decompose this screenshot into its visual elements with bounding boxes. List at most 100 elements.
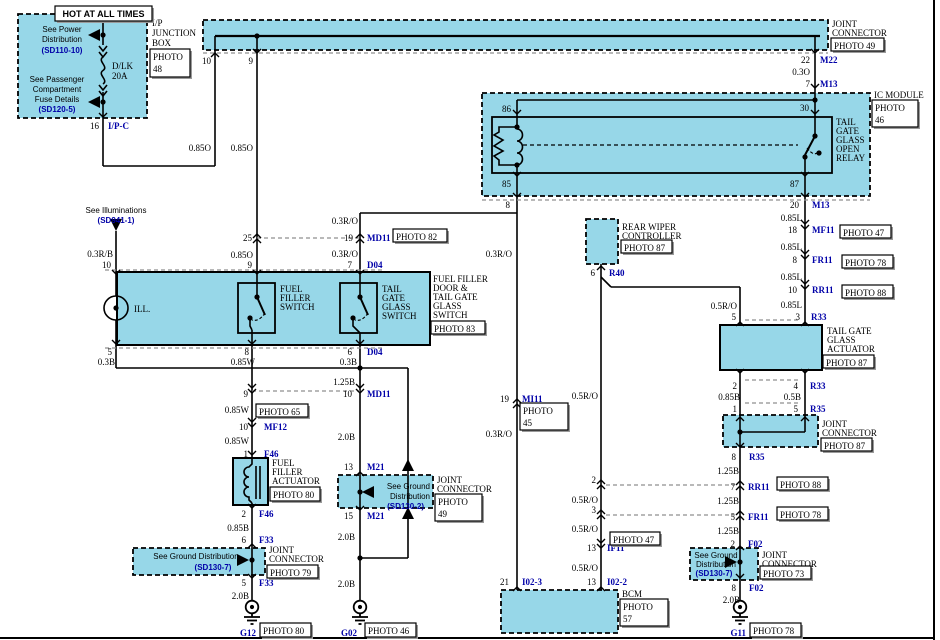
junction-dot xyxy=(737,559,742,564)
diagram-label: 8 xyxy=(506,200,511,210)
diagram-label: I/P-C xyxy=(108,121,129,131)
diagram-label: Distribution xyxy=(696,560,736,569)
photo-reference-label: PHOTO 88 xyxy=(842,285,895,300)
diagram-label: 3 xyxy=(796,312,801,322)
diagram-label: Fuse Details xyxy=(35,95,79,104)
junction-dot xyxy=(514,124,519,129)
diagram-label: 20A xyxy=(112,71,128,81)
diagram-label: 1.25B xyxy=(717,466,739,476)
junction-dot xyxy=(812,97,817,102)
diagram-label: 0.5R/O xyxy=(572,391,599,401)
diagram-label: 0.85O xyxy=(231,143,254,153)
wiring-diagram-page: I/PJUNCTIONBOXSee PowerDistribution(SD11… xyxy=(0,0,940,640)
diagram-label: 4 xyxy=(794,381,799,391)
photo-label-text: PHOTO 87 xyxy=(624,243,666,253)
photo-label-text: PHOTO xyxy=(523,406,553,416)
diagram-label: 1.25B xyxy=(717,496,739,506)
diagram-label: 5 xyxy=(732,312,737,322)
diagram-label: 0.85B xyxy=(227,523,249,533)
diagram-label: 10 xyxy=(343,389,353,399)
photo-label-text: PHOTO 78 xyxy=(845,258,887,268)
diagram-label: 5 xyxy=(794,404,799,414)
diagram-label: 10 xyxy=(788,285,798,295)
photo-reference-label: HOT AT ALL TIMES xyxy=(55,6,154,23)
diagram-label: See Ground Distribution xyxy=(153,552,238,561)
ground-icon xyxy=(244,601,260,624)
diagram-label: 2.0B xyxy=(338,432,355,442)
diagram-label: 0.3R/O xyxy=(332,216,359,226)
diagram-label: G12 xyxy=(240,628,257,638)
diagram-label: FR11 xyxy=(812,255,833,265)
photo-label-text: PHOTO 46 xyxy=(368,626,410,636)
junction-dot xyxy=(357,365,362,370)
diagram-label: M21 xyxy=(367,462,385,472)
photo-reference-label: PHOTO 80 xyxy=(260,623,313,639)
diagram-label: 20 xyxy=(790,200,800,210)
photo-reference-label: PHOTO 78 xyxy=(750,623,803,639)
diagram-label: 7 xyxy=(731,482,736,492)
photo-reference-label: PHOTO57 xyxy=(620,599,670,628)
diagram-label: 0.5R/O xyxy=(572,524,599,534)
diagram-label: CONNECTOR xyxy=(822,428,877,438)
photo-label-text: 48 xyxy=(153,64,163,74)
diagram-label: 13 xyxy=(587,543,597,553)
diagram-label: 18 xyxy=(788,225,798,235)
diagram-label: BCM xyxy=(622,589,642,599)
diagram-label: 8 xyxy=(732,452,737,462)
diagram-label: 6 xyxy=(348,347,353,357)
diagram-label: CONNECTOR xyxy=(269,554,324,564)
diagram-label: 9 xyxy=(249,56,254,66)
diagram-label: 87 xyxy=(790,179,800,189)
wiring-diagram-canvas: I/PJUNCTIONBOXSee PowerDistribution(SD11… xyxy=(0,0,940,640)
diagram-label: 0.85W xyxy=(225,405,250,415)
diagram-label: 2.0B xyxy=(338,579,355,589)
diagram-label: 0.85L xyxy=(781,300,802,310)
diagram-label: SWITCH xyxy=(433,310,468,320)
photo-reference-label: PHOTO45 xyxy=(520,403,570,432)
photo-label-text: PHOTO 87 xyxy=(824,441,866,451)
diagram-label: 13 xyxy=(344,462,354,472)
diagram-label: 0.85W xyxy=(231,357,256,367)
photo-reference-label: PHOTO 49 xyxy=(831,38,886,53)
diagram-label: 19 xyxy=(344,233,354,243)
diagram-label: D04 xyxy=(367,347,383,357)
photo-label-text: PHOTO 49 xyxy=(834,41,876,51)
junction-dot xyxy=(100,99,105,104)
junction-dot xyxy=(514,162,519,167)
photo-label-text: PHOTO xyxy=(623,602,653,612)
diagram-label: 0.3B xyxy=(340,357,357,367)
diagram-label: 2.0B xyxy=(723,595,740,605)
diagram-label: Distribution xyxy=(390,492,430,501)
photo-reference-label: PHOTO 47 xyxy=(840,225,893,240)
diagram-label: 2.0B xyxy=(338,532,355,542)
wire-segment xyxy=(601,277,611,287)
photo-label-text: PHOTO 80 xyxy=(263,626,305,636)
diagram-label: I02-3 xyxy=(522,577,542,587)
photo-label-text: PHOTO xyxy=(875,103,905,113)
photo-label-text: PHOTO 88 xyxy=(780,480,822,490)
diagram-label: R33 xyxy=(810,381,826,391)
diagram-label: 0.85O xyxy=(231,250,254,260)
diagram-label: See Ground xyxy=(694,551,737,560)
diagram-label: SWITCH xyxy=(382,311,417,321)
photo-reference-label: PHOTO 87 xyxy=(821,438,874,453)
diagram-label: See Illuminations xyxy=(86,206,147,215)
diagram-label: M13 xyxy=(820,79,838,89)
photo-reference-label: PHOTO 87 xyxy=(621,240,674,255)
diagram-label: ACTUATOR xyxy=(827,344,875,354)
diagram-label: 0.85L xyxy=(781,272,802,282)
diagram-label: (SD130-2) xyxy=(387,502,424,511)
rear-wiper-controller-box xyxy=(586,219,618,264)
diagram-label: 2 xyxy=(592,475,597,485)
junction-dot xyxy=(357,555,362,560)
diagram-label: 0.3B xyxy=(98,357,115,367)
diagram-label: 0.85O xyxy=(189,143,212,153)
diagram-label: 13 xyxy=(587,577,597,587)
diagram-label: R35 xyxy=(810,404,826,414)
diagram-label: 2 xyxy=(731,539,736,549)
photo-label-text: PHOTO 82 xyxy=(396,232,437,242)
junction-dot xyxy=(357,489,362,494)
photo-reference-label: PHOTO 82 xyxy=(393,229,449,244)
photo-reference-label: PHOTO46 xyxy=(872,100,920,129)
diagram-label: 5 xyxy=(731,512,736,522)
